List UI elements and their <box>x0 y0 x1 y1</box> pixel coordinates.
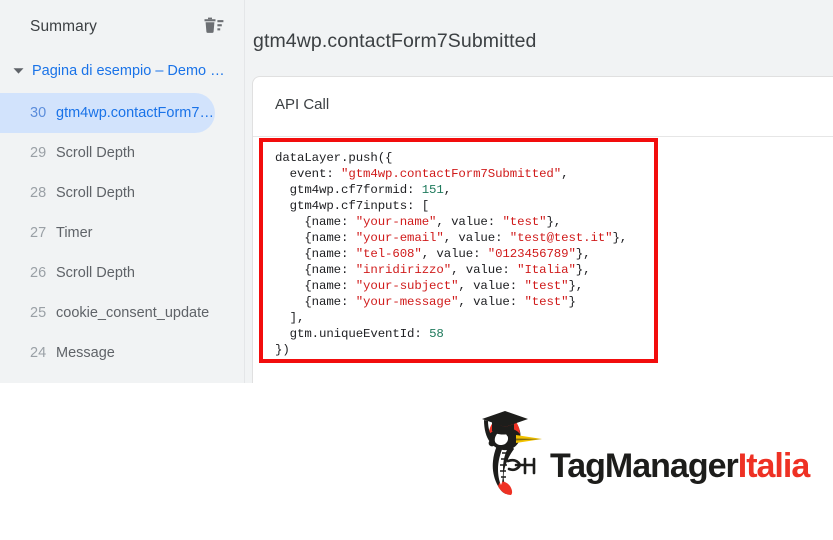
page-group-label: Pagina di esempio – Demo … <box>32 63 225 79</box>
event-label: Scroll Depth <box>56 145 135 161</box>
datalayer-code-block[interactable]: dataLayer.push({ event: "gtm4wp.contactF… <box>263 142 654 359</box>
event-index: 30 <box>30 105 47 121</box>
tagmanageritalia-logo: TagManagerItalia <box>472 407 810 497</box>
sidebar-event-row-30[interactable]: 30 gtm4wp.contactForm7S… <box>0 93 215 133</box>
sidebar-event-row-29[interactable]: 29 Scroll Depth <box>0 133 244 173</box>
event-label: Scroll Depth <box>56 185 135 201</box>
trash-icon[interactable] <box>200 14 226 40</box>
woodpecker-graduate-icon <box>482 411 542 495</box>
datalayer-code-text: dataLayer.push({ event: "gtm4wp.contactF… <box>275 151 628 357</box>
sidebar-event-row-26[interactable]: 26 Scroll Depth <box>0 253 244 293</box>
gtm-preview-panel: Summary Pagina di esempio – Demo … 30 gt… <box>0 0 833 383</box>
event-index: 24 <box>30 345 47 361</box>
event-index: 26 <box>30 265 47 281</box>
page-title: gtm4wp.contactForm7Submitted <box>253 30 537 52</box>
event-label: gtm4wp.contactForm7S… <box>56 105 215 121</box>
summary-sidebar: Summary Pagina di esempio – Demo … 30 gt… <box>0 0 245 383</box>
branding-area: TagManagerItalia <box>0 383 833 540</box>
chevron-down-icon[interactable] <box>8 61 28 81</box>
sidebar-event-row-25[interactable]: 25 cookie_consent_update <box>0 293 244 333</box>
event-label: cookie_consent_update <box>56 305 210 321</box>
code-block-annotation: dataLayer.push({ event: "gtm4wp.contactF… <box>259 138 658 363</box>
event-index: 29 <box>30 145 47 161</box>
logo-wordmark: TagManagerItalia <box>550 447 810 497</box>
sidebar-header: Summary <box>0 0 244 54</box>
event-index: 25 <box>30 305 47 321</box>
event-index: 27 <box>30 225 47 241</box>
logo-text-accent: Italia <box>737 447 810 485</box>
app-root: Summary Pagina di esempio – Demo … 30 gt… <box>0 0 833 540</box>
sidebar-event-row-27[interactable]: 27 Timer <box>0 213 244 253</box>
tab-api-call[interactable]: API Call <box>275 96 329 113</box>
logo-text-primary: TagManager <box>550 447 739 485</box>
sidebar-event-row-24[interactable]: 24 Message <box>0 333 244 373</box>
sidebar-event-row-28[interactable]: 28 Scroll Depth <box>0 173 244 213</box>
event-label: Message <box>56 345 115 361</box>
event-index: 28 <box>30 185 47 201</box>
event-label: Scroll Depth <box>56 265 135 281</box>
event-label: Timer <box>56 225 93 241</box>
sidebar-title: Summary <box>30 18 98 35</box>
page-group-row[interactable]: Pagina di esempio – Demo … <box>0 56 244 86</box>
event-list: 30 gtm4wp.contactForm7S… 29 Scroll Depth… <box>0 93 244 373</box>
card-divider <box>253 136 833 137</box>
